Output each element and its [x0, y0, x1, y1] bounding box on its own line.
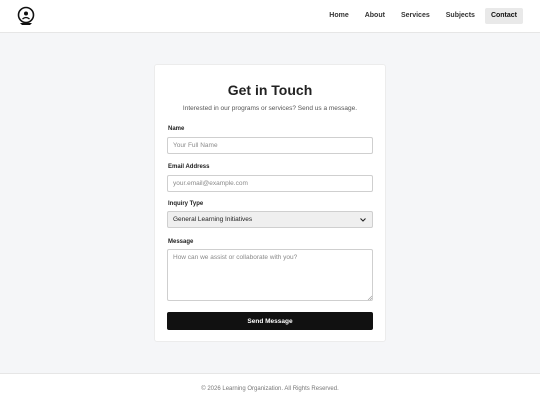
inquiry-type-select[interactable]: General Learning Initiatives — [167, 211, 373, 228]
nav-contact[interactable]: Contact — [484, 8, 523, 24]
nav-about[interactable]: About — [359, 8, 391, 24]
site-footer: © 2026 Learning Organization. All Rights… — [0, 373, 540, 405]
send-message-button[interactable]: Send Message — [167, 312, 373, 330]
resize-grip-icon[interactable] — [367, 295, 372, 300]
nav-services[interactable]: Services — [395, 8, 436, 24]
page-title: Get in Touch — [227, 82, 313, 98]
page-subtitle: Interested in our programs or services? … — [182, 105, 358, 112]
message-label: Message — [168, 239, 194, 245]
chevron-down-icon — [360, 217, 366, 222]
email-field[interactable] — [167, 175, 373, 192]
inquiry-type-label: Inquiry Type — [168, 201, 204, 207]
copyright-text: © 2026 Learning Organization. All Rights… — [201, 386, 339, 392]
message-field[interactable] — [167, 249, 373, 301]
name-label: Name — [168, 126, 185, 132]
nav-subjects[interactable]: Subjects — [440, 8, 481, 24]
inquiry-type-value: General Learning Initiatives — [173, 216, 253, 223]
name-field[interactable] — [167, 137, 373, 154]
logo-icon[interactable] — [16, 6, 36, 26]
main-nav: Home About Services Subjects Contact — [323, 8, 523, 24]
site-header: Home About Services Subjects Contact — [0, 0, 540, 33]
email-label: Email Address — [168, 164, 210, 170]
contact-card: Get in Touch Interested in our programs … — [154, 64, 386, 342]
nav-home[interactable]: Home — [323, 8, 354, 24]
